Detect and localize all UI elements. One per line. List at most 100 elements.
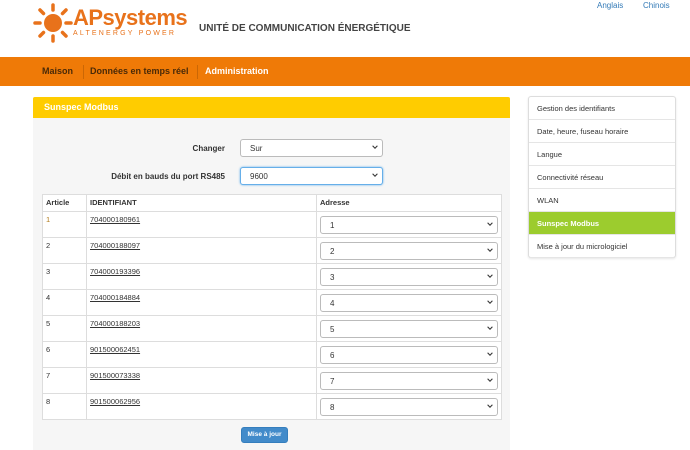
- chevron-down-icon: [487, 352, 493, 356]
- sidebar-item-2[interactable]: Langue: [529, 143, 675, 166]
- chevron-down-icon: [487, 326, 493, 330]
- inverter-id-link[interactable]: 704000184884: [90, 293, 140, 302]
- baud-rate-select[interactable]: 9600: [240, 167, 383, 185]
- page-title: UNITÉ DE COMMUNICATION ÉNERGÉTIQUE: [199, 23, 411, 34]
- col-header-id: IDENTIFIANT: [86, 194, 317, 212]
- id-cell: 704000184884: [86, 289, 317, 316]
- nav-administration[interactable]: Administration: [205, 66, 269, 76]
- address-value: 7: [330, 377, 335, 386]
- sun-icon: [33, 3, 73, 43]
- chevron-down-icon: [372, 145, 378, 149]
- panel-title: Sunspec Modbus: [44, 102, 119, 112]
- table-row: 8 901500062956 8: [42, 393, 502, 420]
- article-cell: 2: [42, 237, 87, 264]
- table-row: 6 901500062451 6: [42, 341, 502, 368]
- address-cell: 6: [316, 341, 502, 368]
- id-cell: 704000193396: [86, 263, 317, 290]
- sidebar-item-1[interactable]: Date, heure, fuseau horaire: [529, 120, 675, 143]
- sidebar-item-3[interactable]: Connectivité réseau: [529, 166, 675, 189]
- address-cell: 8: [316, 393, 502, 420]
- article-cell: 5: [42, 315, 87, 342]
- table-row: 3 704000193396 3: [42, 263, 502, 290]
- inverter-id-link[interactable]: 704000193396: [90, 267, 140, 276]
- address-cell: 1: [316, 211, 502, 238]
- address-value: 8: [330, 403, 335, 412]
- nav-home[interactable]: Maison: [42, 66, 73, 76]
- article-cell: 6: [42, 341, 87, 368]
- baud-rate-value: 9600: [250, 172, 268, 181]
- address-value: 1: [330, 221, 335, 230]
- table-row: 4 704000184884 4: [42, 289, 502, 316]
- admin-sidebar: Gestion des identifiants Date, heure, fus…: [528, 96, 676, 258]
- address-select[interactable]: 3: [320, 268, 498, 286]
- address-value: 4: [330, 299, 335, 308]
- id-cell: 704000180961: [86, 211, 317, 238]
- sidebar-item-6[interactable]: Mise à jour du micrologiciel: [529, 235, 675, 258]
- col-header-article: Article: [42, 194, 87, 212]
- inverter-id-link[interactable]: 704000188097: [90, 241, 140, 250]
- panel-header: Sunspec Modbus: [33, 97, 510, 118]
- inverter-id-link[interactable]: 901500062956: [90, 397, 140, 406]
- chevron-down-icon: [372, 173, 378, 177]
- address-select[interactable]: 1: [320, 216, 498, 234]
- sidebar-item-0[interactable]: Gestion des identifiants: [529, 97, 675, 120]
- address-select[interactable]: 7: [320, 372, 498, 390]
- id-cell: 704000188203: [86, 315, 317, 342]
- article-cell: 3: [42, 263, 87, 290]
- address-value: 3: [330, 273, 335, 282]
- address-cell: 2: [316, 237, 502, 264]
- header: APsystems ALTENERGY POWER UNITÉ DE COMMU…: [0, 0, 690, 56]
- table-row: 1 704000180961 1: [42, 211, 502, 238]
- change-label: Changer: [192, 144, 225, 153]
- modbus-address-table: Article IDENTIFIANT Adresse 1 70400018096…: [42, 194, 502, 420]
- lang-chinese-link[interactable]: Chinois: [643, 1, 670, 10]
- baud-rate-label: Débit en bauds du port RS485: [111, 172, 225, 181]
- address-value: 5: [330, 325, 335, 334]
- inverter-id-link[interactable]: 901500073338: [90, 371, 140, 380]
- id-cell: 704000188097: [86, 237, 317, 264]
- sidebar-item-5[interactable]: Sunspec Modbus: [529, 212, 675, 235]
- address-value: 6: [330, 351, 335, 360]
- id-cell: 901500062956: [86, 393, 317, 420]
- address-select[interactable]: 5: [320, 320, 498, 338]
- apsystems-logo[interactable]: APsystems ALTENERGY POWER: [33, 3, 188, 43]
- change-select-value: Sur: [250, 144, 263, 153]
- inverter-id-link[interactable]: 901500062451: [90, 345, 140, 354]
- address-select[interactable]: 4: [320, 294, 498, 312]
- table-row: 5 704000188203 5: [42, 315, 502, 342]
- address-value: 2: [330, 247, 335, 256]
- address-cell: 4: [316, 289, 502, 316]
- nav-realtime-data[interactable]: Données en temps réel: [90, 66, 189, 76]
- id-cell: 901500073338: [86, 367, 317, 394]
- chevron-down-icon: [487, 274, 493, 278]
- article-cell: 8: [42, 393, 87, 420]
- chevron-down-icon: [487, 378, 493, 382]
- inverter-id-link[interactable]: 704000180961: [90, 215, 140, 224]
- article-cell: 4: [42, 289, 87, 316]
- table-row: 7 901500073338 7: [42, 367, 502, 394]
- address-cell: 3: [316, 263, 502, 290]
- address-select[interactable]: 6: [320, 346, 498, 364]
- inverter-id-link[interactable]: 704000188203: [90, 319, 140, 328]
- chevron-down-icon: [487, 300, 493, 304]
- chevron-down-icon: [487, 222, 493, 226]
- sidebar-item-4[interactable]: WLAN: [529, 189, 675, 212]
- main-nav: Maison Données en temps réel Administrat…: [0, 57, 690, 86]
- chevron-down-icon: [487, 404, 493, 408]
- article-cell: 1: [42, 211, 87, 238]
- brand-tagline: ALTENERGY POWER: [73, 30, 177, 37]
- address-select[interactable]: 8: [320, 398, 498, 416]
- table-row: 2 704000188097 2: [42, 237, 502, 264]
- col-header-address: Adresse: [316, 194, 502, 212]
- address-cell: 5: [316, 315, 502, 342]
- chevron-down-icon: [487, 248, 493, 252]
- id-cell: 901500062451: [86, 341, 317, 368]
- address-select[interactable]: 2: [320, 242, 498, 260]
- lang-english-link[interactable]: Anglais: [597, 1, 623, 10]
- nav-divider: [83, 65, 84, 79]
- nav-divider: [197, 65, 198, 79]
- table-header-row: Article IDENTIFIANT Adresse: [42, 194, 502, 212]
- update-button[interactable]: Mise à jour: [241, 427, 288, 443]
- change-select[interactable]: Sur: [240, 139, 383, 157]
- brand-name: APsystems: [73, 5, 188, 30]
